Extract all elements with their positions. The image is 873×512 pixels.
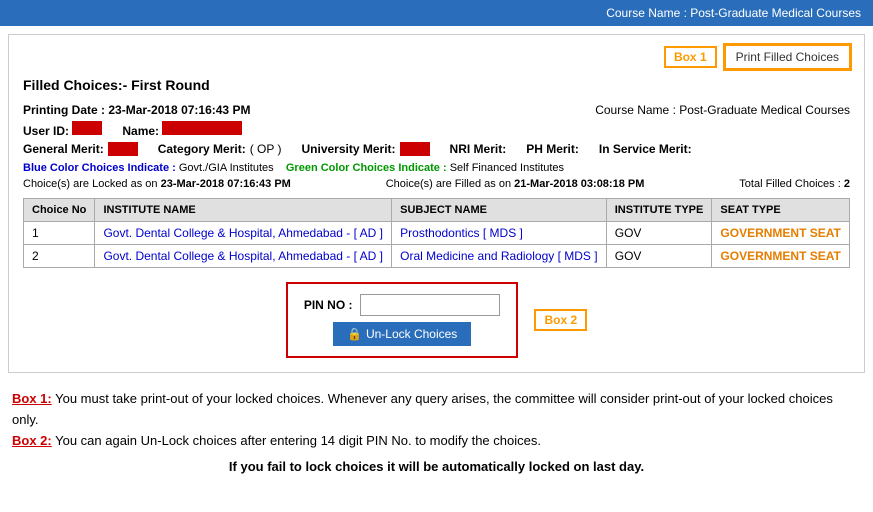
box2-note: Box 2: You can again Un-Lock choices aft…: [12, 431, 861, 452]
choices-locked-info: Choice(s) are Locked as on 23-Mar-2018 0…: [23, 178, 291, 190]
cell-seat-type: GOVERNMENT SEAT: [712, 222, 850, 245]
lock-icon: 🔒: [347, 327, 362, 341]
pin-no-label: PIN NO :: [304, 298, 353, 312]
total-value: 2: [844, 178, 850, 190]
box2-ref: Box 2:: [12, 433, 52, 448]
choices-table: Choice No INSTITUTE NAME SUBJECT NAME IN…: [23, 198, 850, 268]
pin-top-row: PIN NO :: [304, 294, 501, 316]
green-legend-value: Self Financed Institutes: [450, 162, 564, 174]
user-id-row: User ID:: [23, 121, 102, 138]
unlock-choices-button[interactable]: 🔒 Un-Lock Choices: [333, 322, 471, 346]
general-merit-label: General Merit:: [23, 142, 104, 156]
general-merit-value: [108, 142, 138, 156]
unlock-btn-label: Un-Lock Choices: [366, 327, 457, 341]
cell-institute-name: Govt. Dental College & Hospital, Ahmedab…: [95, 245, 392, 268]
warning-text: If you fail to lock choices it will be a…: [12, 457, 861, 478]
user-id-label: User ID:: [23, 124, 69, 138]
col-seat-type: SEAT TYPE: [712, 199, 850, 222]
printing-date-row: Printing Date : 23-Mar-2018 07:16:43 PM: [23, 103, 250, 117]
in-service-merit: In Service Merit:: [599, 142, 692, 156]
choices-locked-date: 23-Mar-2018 07:16:43 PM: [161, 178, 291, 190]
name-value: [162, 121, 242, 135]
course-name-value: Post-Graduate Medical Courses: [679, 103, 850, 117]
ph-merit: PH Merit:: [526, 142, 579, 156]
col-institute-name: INSTITUTE NAME: [95, 199, 392, 222]
legend-row: Blue Color Choices Indicate : Govt./GIA …: [23, 162, 850, 174]
box1-text: You must take print-out of your locked c…: [12, 391, 833, 427]
pin-input[interactable]: [360, 294, 500, 316]
category-merit-value: ( OP ): [250, 142, 282, 156]
choices-filled-label: Choice(s) are Filled as on: [386, 178, 511, 190]
header-row: Box 1 Print Filled Choices: [23, 45, 850, 69]
col-choice-no: Choice No: [24, 199, 95, 222]
cell-institute-name: Govt. Dental College & Hospital, Ahmedab…: [95, 222, 392, 245]
name-label: Name:: [122, 124, 159, 138]
pin-group: PIN NO : 🔒 Un-Lock Choices: [286, 282, 519, 358]
section-title: Filled Choices:- First Round: [23, 77, 850, 93]
category-merit: Category Merit: ( OP ): [158, 142, 282, 156]
cell-choice-no: 2: [24, 245, 95, 268]
col-institute-type: INSTITUTE TYPE: [606, 199, 712, 222]
choices-filled-date: 21-Mar-2018 03:08:18 PM: [514, 178, 644, 190]
cell-institute-type: GOV: [606, 245, 712, 268]
nri-merit: NRI Merit:: [450, 142, 507, 156]
printing-date-label: Printing Date :: [23, 103, 105, 117]
total-label: Total Filled Choices :: [739, 178, 841, 190]
box2-label: Box 2: [534, 309, 587, 331]
total-choices-info: Total Filled Choices : 2: [739, 178, 850, 190]
table-row: 1 Govt. Dental College & Hospital, Ahmed…: [24, 222, 850, 245]
course-name-info: Course Name : Post-Graduate Medical Cour…: [595, 103, 850, 117]
box1-label: Box 1: [664, 46, 717, 68]
box2-text: You can again Un-Lock choices after ente…: [52, 433, 541, 448]
box1-ref: Box 1:: [12, 391, 52, 406]
blue-legend-value: Govt./GIA Institutes: [179, 162, 274, 174]
choices-locked-label: Choice(s) are Locked as on: [23, 178, 158, 190]
printing-date-value: 23-Mar-2018 07:16:43 PM: [108, 103, 250, 117]
table-header-row: Choice No INSTITUTE NAME SUBJECT NAME IN…: [24, 199, 850, 222]
pin-section: PIN NO : 🔒 Un-Lock Choices Box 2: [23, 282, 850, 358]
col-subject-name: SUBJECT NAME: [392, 199, 607, 222]
table-row: 2 Govt. Dental College & Hospital, Ahmed…: [24, 245, 850, 268]
locked-filled-row: Choice(s) are Locked as on 23-Mar-2018 0…: [23, 178, 850, 190]
print-filled-choices-button[interactable]: Print Filled Choices: [725, 45, 850, 69]
university-merit-label: University Merit:: [302, 142, 396, 156]
ph-merit-label: PH Merit:: [526, 142, 579, 156]
cell-seat-type: GOVERNMENT SEAT: [712, 245, 850, 268]
choices-filled-info: Choice(s) are Filled as on 21-Mar-2018 0…: [386, 178, 645, 190]
cell-institute-type: GOV: [606, 222, 712, 245]
notes-section: Box 1: You must take print-out of your l…: [0, 381, 873, 486]
cell-subject-name: Oral Medicine and Radiology [ MDS ]: [392, 245, 607, 268]
general-merit: General Merit:: [23, 142, 138, 156]
name-row: Name:: [122, 121, 242, 138]
university-merit: University Merit:: [302, 142, 430, 156]
course-name-label: Course Name :: [595, 103, 676, 117]
box1-note: Box 1: You must take print-out of your l…: [12, 389, 861, 431]
category-merit-label: Category Merit:: [158, 142, 246, 156]
cell-subject-name: Prosthodontics [ MDS ]: [392, 222, 607, 245]
university-merit-value: [400, 142, 430, 156]
nri-merit-label: NRI Merit:: [450, 142, 507, 156]
user-id-value: [72, 121, 102, 135]
blue-legend-label: Blue Color Choices Indicate :: [23, 162, 176, 174]
cell-choice-no: 1: [24, 222, 95, 245]
in-service-merit-label: In Service Merit:: [599, 142, 692, 156]
course-name-topbar: Course Name : Post-Graduate Medical Cour…: [606, 6, 861, 20]
green-legend-label: Green Color Choices Indicate :: [286, 162, 447, 174]
main-panel: Box 1 Print Filled Choices Filled Choice…: [8, 34, 865, 373]
merit-row: General Merit: Category Merit: ( OP ) Un…: [23, 142, 850, 156]
top-bar: Course Name : Post-Graduate Medical Cour…: [0, 0, 873, 26]
